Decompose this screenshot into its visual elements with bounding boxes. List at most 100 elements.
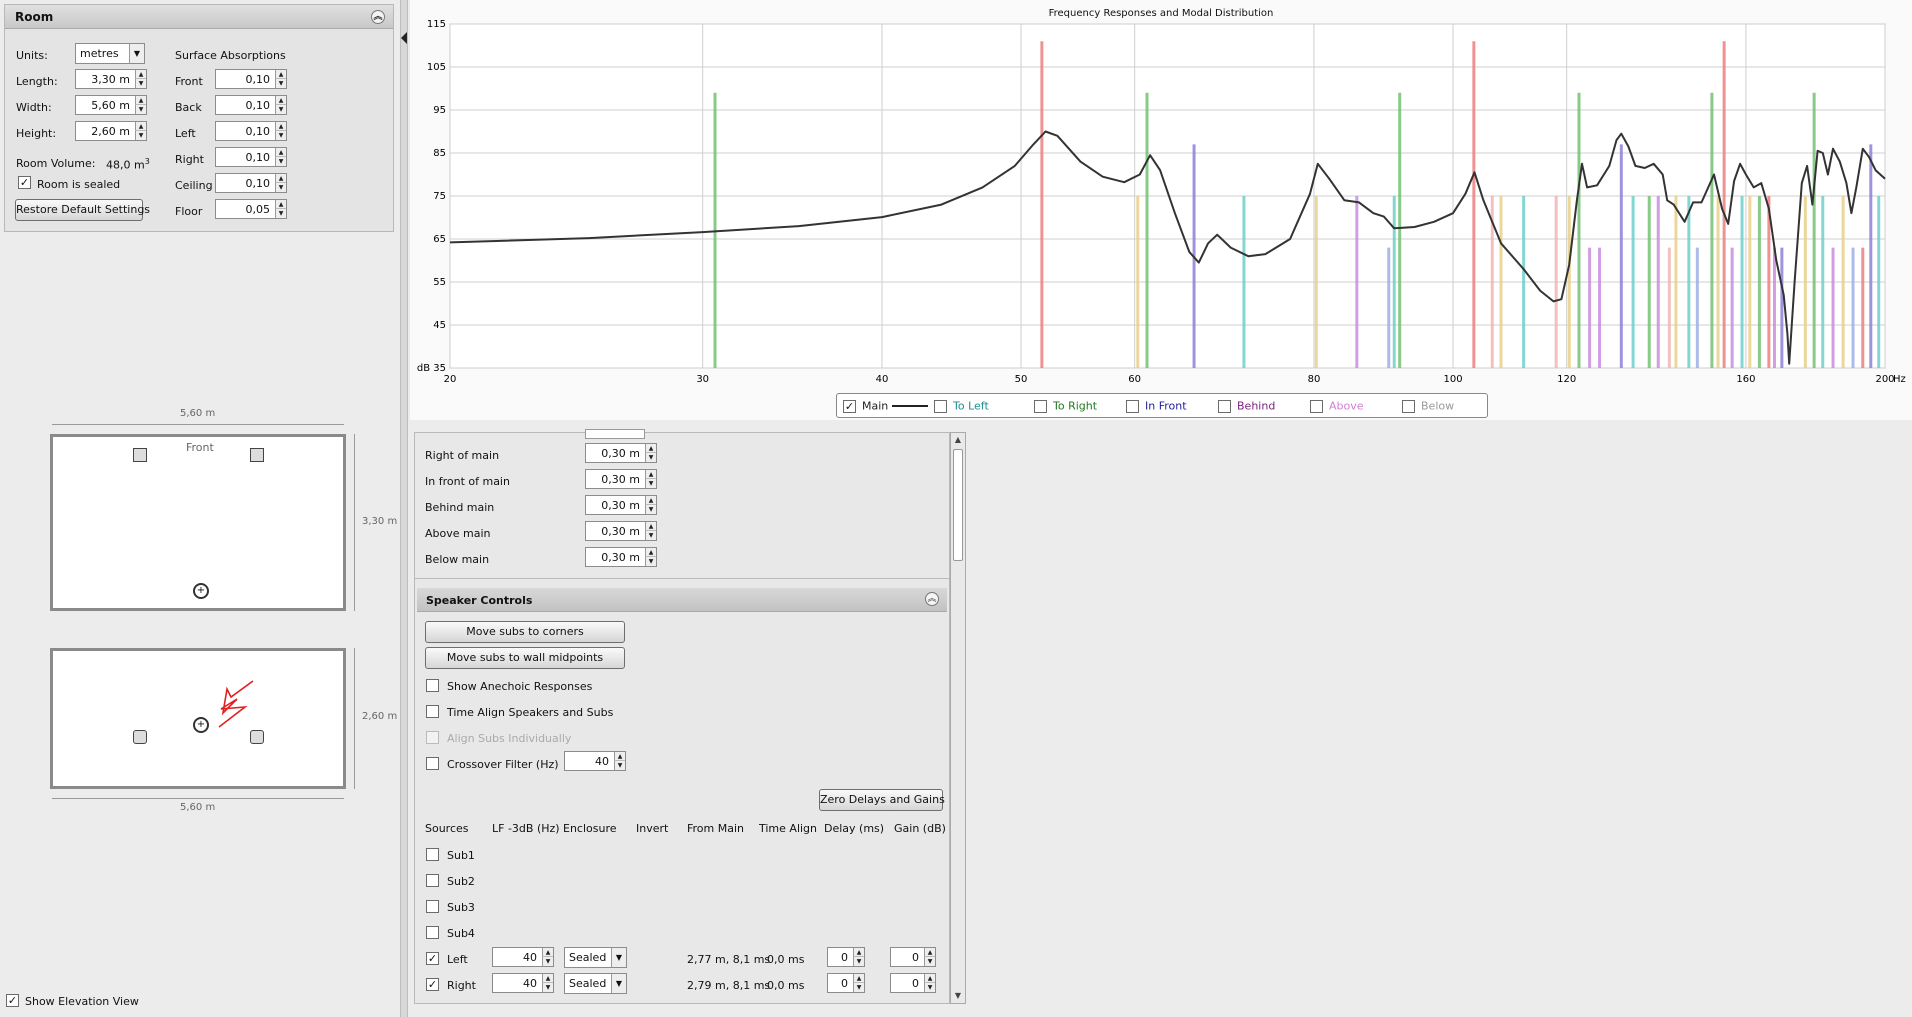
delay-spinner[interactable]: 0 ▲ ▼ bbox=[827, 973, 865, 993]
show-elevation-checkbox[interactable]: ✓ bbox=[6, 994, 19, 1007]
offset-spinner[interactable]: 0,30 m ▲ ▼ bbox=[585, 547, 657, 567]
increment-arrow-icon[interactable]: ▲ bbox=[645, 496, 656, 505]
frequency-response-chart[interactable]: 45 55 65 75 85 95 105 115 dB 3520 30 40 50 60 80 100 12… bbox=[410, 0, 1912, 392]
increment-arrow-icon[interactable]: ▲ bbox=[645, 522, 656, 531]
legend-checkbox[interactable] bbox=[1310, 399, 1323, 413]
panel-splitter[interactable] bbox=[400, 0, 408, 1017]
zero-delays-button[interactable]: Zero Delays and Gains bbox=[819, 789, 945, 811]
legend-item[interactable]: To Right bbox=[1034, 399, 1097, 413]
increment-arrow-icon[interactable]: ▲ bbox=[924, 948, 935, 957]
offset-spinner[interactable]: 0,30 m ▲ ▼ bbox=[585, 495, 657, 515]
increment-arrow-icon[interactable]: ▲ bbox=[275, 148, 286, 157]
crossover-checkbox[interactable] bbox=[426, 757, 439, 770]
decrement-arrow-icon[interactable]: ▼ bbox=[645, 453, 656, 462]
increment-arrow-icon[interactable]: ▲ bbox=[135, 122, 146, 131]
collapse-left-arrow-icon[interactable] bbox=[401, 32, 407, 44]
increment-arrow-icon[interactable]: ▲ bbox=[275, 174, 286, 183]
sub-enable-checkbox[interactable] bbox=[426, 848, 439, 861]
offset-spinner[interactable]: 0,30 m ▲ ▼ bbox=[585, 443, 657, 463]
decrement-arrow-icon[interactable]: ▼ bbox=[275, 209, 286, 218]
decrement-arrow-icon[interactable]: ▼ bbox=[135, 79, 146, 88]
length-spinner[interactable]: 3,30 m ▲ ▼ bbox=[75, 69, 147, 89]
enclosure-select[interactable]: Sealed ▼ bbox=[564, 973, 627, 994]
increment-arrow-icon[interactable]: ▲ bbox=[542, 948, 553, 957]
chevron-down-icon[interactable]: ▼ bbox=[611, 948, 626, 967]
increment-arrow-icon[interactable]: ▲ bbox=[542, 974, 553, 983]
absorption-spinner[interactable]: 0,10 ▲ ▼ bbox=[215, 69, 287, 89]
decrement-arrow-icon[interactable]: ▼ bbox=[275, 131, 286, 140]
move-subs-midpoints-button[interactable]: Move subs to wall midpoints bbox=[425, 647, 625, 669]
move-subs-corners-button[interactable]: Move subs to corners bbox=[425, 621, 625, 643]
increment-arrow-icon[interactable]: ▲ bbox=[853, 974, 864, 983]
sub-enable-checkbox[interactable] bbox=[426, 926, 439, 939]
absorption-spinner[interactable]: 0,10 ▲ ▼ bbox=[215, 95, 287, 115]
legend-item[interactable]: In Front bbox=[1126, 399, 1187, 413]
legend-checkbox[interactable]: ✓ bbox=[843, 399, 856, 413]
increment-arrow-icon[interactable]: ▲ bbox=[614, 752, 625, 761]
decrement-arrow-icon[interactable]: ▼ bbox=[275, 105, 286, 114]
legend-item[interactable]: ✓ Main bbox=[843, 399, 929, 413]
units-select[interactable]: metres ▼ bbox=[75, 43, 145, 64]
time-align-checkbox[interactable] bbox=[426, 705, 439, 718]
increment-arrow-icon[interactable]: ▲ bbox=[853, 948, 864, 957]
lf-spinner[interactable]: 40 ▲ ▼ bbox=[492, 947, 554, 967]
chevron-down-icon[interactable]: ▼ bbox=[611, 974, 626, 993]
legend-checkbox[interactable] bbox=[1218, 399, 1231, 413]
chevron-down-icon[interactable]: ▼ bbox=[129, 44, 144, 63]
room-elevation-view[interactable]: + bbox=[50, 648, 346, 789]
show-anechoic-checkbox[interactable] bbox=[426, 679, 439, 692]
collapse-room-button[interactable]: ︽ bbox=[371, 10, 385, 24]
decrement-arrow-icon[interactable]: ▼ bbox=[924, 983, 935, 992]
legend-item[interactable]: Above bbox=[1310, 399, 1364, 413]
legend-item[interactable]: Behind bbox=[1218, 399, 1275, 413]
decrement-arrow-icon[interactable]: ▼ bbox=[645, 557, 656, 566]
increment-arrow-icon[interactable]: ▲ bbox=[645, 548, 656, 557]
speaker-left-icon[interactable] bbox=[133, 730, 147, 744]
increment-arrow-icon[interactable]: ▲ bbox=[645, 444, 656, 453]
width-spinner[interactable]: 5,60 m ▲ ▼ bbox=[75, 95, 147, 115]
listener-position-icon[interactable]: + bbox=[193, 717, 209, 733]
speaker-enable-checkbox[interactable]: ✓ bbox=[426, 978, 439, 991]
decrement-arrow-icon[interactable]: ▼ bbox=[645, 479, 656, 488]
listener-position-icon[interactable]: + bbox=[193, 583, 209, 599]
legend-checkbox[interactable] bbox=[1034, 399, 1047, 413]
offset-spinner[interactable]: 0,30 m ▲ ▼ bbox=[585, 521, 657, 541]
enclosure-select[interactable]: Sealed ▼ bbox=[564, 947, 627, 968]
decrement-arrow-icon[interactable]: ▼ bbox=[275, 157, 286, 166]
legend-checkbox[interactable] bbox=[934, 399, 947, 413]
decrement-arrow-icon[interactable]: ▼ bbox=[645, 505, 656, 514]
restore-defaults-button[interactable]: Restore Default Settings bbox=[15, 199, 150, 221]
decrement-arrow-icon[interactable]: ▼ bbox=[275, 183, 286, 192]
decrement-arrow-icon[interactable]: ▼ bbox=[275, 79, 286, 88]
decrement-arrow-icon[interactable]: ▼ bbox=[853, 983, 864, 992]
increment-arrow-icon[interactable]: ▲ bbox=[275, 96, 286, 105]
decrement-arrow-icon[interactable]: ▼ bbox=[542, 957, 553, 966]
increment-arrow-icon[interactable]: ▲ bbox=[135, 70, 146, 79]
delay-spinner[interactable]: 0 ▲ ▼ bbox=[827, 947, 865, 967]
gain-spinner[interactable]: 0 ▲ ▼ bbox=[890, 973, 936, 993]
decrement-arrow-icon[interactable]: ▼ bbox=[614, 761, 625, 770]
increment-arrow-icon[interactable]: ▲ bbox=[924, 974, 935, 983]
legend-item[interactable]: To Left bbox=[934, 399, 989, 413]
controls-scrollbar[interactable]: ▲ ▼ bbox=[950, 432, 966, 1004]
decrement-arrow-icon[interactable]: ▼ bbox=[542, 983, 553, 992]
sub-enable-checkbox[interactable] bbox=[426, 900, 439, 913]
align-subs-checkbox[interactable] bbox=[426, 731, 439, 744]
decrement-arrow-icon[interactable]: ▼ bbox=[135, 131, 146, 140]
offset-spinner[interactable]: 0,30 m ▲ ▼ bbox=[585, 469, 657, 489]
sub-enable-checkbox[interactable] bbox=[426, 874, 439, 887]
scroll-up-arrow-icon[interactable]: ▲ bbox=[951, 433, 965, 447]
legend-checkbox[interactable] bbox=[1126, 399, 1139, 413]
crossover-spinner[interactable]: 40 ▲ ▼ bbox=[564, 751, 626, 771]
increment-arrow-icon[interactable]: ▲ bbox=[275, 70, 286, 79]
increment-arrow-icon[interactable]: ▲ bbox=[275, 200, 286, 209]
height-spinner[interactable]: 2,60 m ▲ ▼ bbox=[75, 121, 147, 141]
legend-checkbox[interactable] bbox=[1402, 399, 1415, 413]
decrement-arrow-icon[interactable]: ▼ bbox=[135, 105, 146, 114]
speaker-right-icon[interactable] bbox=[250, 730, 264, 744]
gain-spinner[interactable]: 0 ▲ ▼ bbox=[890, 947, 936, 967]
decrement-arrow-icon[interactable]: ▼ bbox=[645, 531, 656, 540]
speaker-left-icon[interactable] bbox=[133, 448, 147, 462]
absorption-spinner[interactable]: 0,10 ▲ ▼ bbox=[215, 147, 287, 167]
room-sealed-checkbox[interactable]: ✓ bbox=[18, 176, 31, 189]
